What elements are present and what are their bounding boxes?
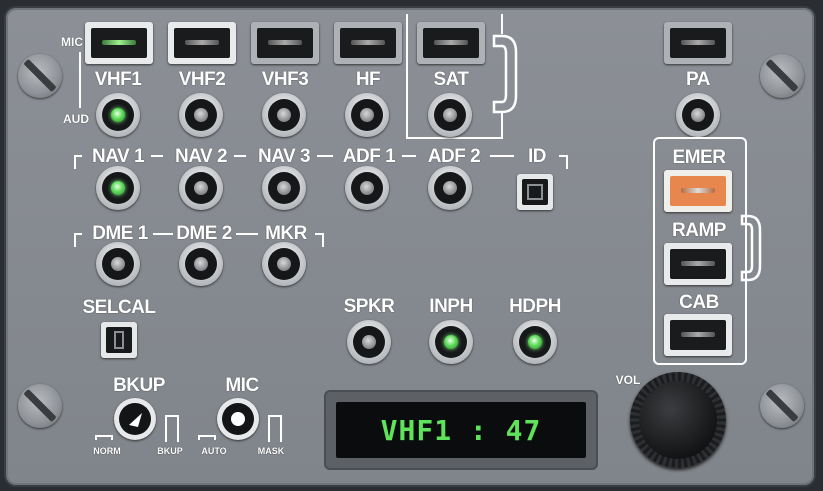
sat-group-bracket [406,14,408,139]
sat-label: SAT [433,69,469,90]
vol-label: VOL [615,373,641,387]
nav-row-dash-5 [490,155,514,157]
mkr-audio-knob[interactable] [262,242,306,286]
mic-select-hf-button[interactable] [334,22,402,64]
sat-group-bracket-bottom [406,137,503,139]
adf1-audio-knob[interactable] [345,166,389,210]
mic-aud-divider [79,52,81,108]
nav-row-bracket-left [74,155,76,169]
hf-audio-knob[interactable] [345,93,389,137]
nav3-audio-knob[interactable] [262,166,306,210]
hdph-button[interactable] [513,320,557,364]
screw-top-left-icon [18,54,62,98]
id-square-icon [527,184,543,200]
nav1-label: NAV 1 [91,146,145,167]
dme-row-dash-1 [153,233,173,235]
sat-phone-bracket-icon [492,34,518,114]
nav3-label: NAV 3 [257,146,311,167]
sat-group-bracket-right [501,14,503,34]
auto-position-label: AUTO [201,446,227,456]
pa-audio-knob[interactable] [676,93,720,137]
cab-label: CAB [679,292,719,313]
dme1-label: DME 1 [92,223,148,244]
bkup-position-label: BKUP [157,446,183,456]
nav2-label: NAV 2 [174,146,228,167]
mic-position-marks-icon [198,415,282,442]
dme-row-bracket-left-top [74,233,82,235]
mic-row-label: MIC [61,35,83,49]
id-filter-button[interactable] [517,174,553,210]
vhf1-label: VHF1 [94,69,142,90]
selcal-indicator-icon [114,331,124,349]
adf1-label: ADF 1 [342,146,396,167]
aud-row-label: AUD [63,112,89,126]
mic-select-vhf3-button[interactable] [251,22,319,64]
hf-label: HF [355,69,381,90]
dme2-audio-knob[interactable] [179,242,223,286]
dme1-audio-knob[interactable] [96,242,140,286]
emer-label: EMER [672,147,726,168]
nav-row-dash-1 [151,155,163,157]
pa-label: PA [686,69,710,90]
ramp-label: RAMP [672,220,726,241]
selcal-label: SELCAL [82,297,157,318]
mic-selector-label: MIC [225,375,259,396]
volume-knob[interactable] [630,372,726,468]
adf2-audio-knob[interactable] [428,166,472,210]
screw-bottom-left-icon [18,384,62,428]
screw-bottom-right-icon [760,384,804,428]
dme-row-bracket-right [322,233,324,247]
dme-row-bracket-left [74,233,76,247]
spkr-button[interactable] [347,320,391,364]
vhf1-audio-knob[interactable] [96,93,140,137]
radio-display-text: VHF1 : 47 [336,402,586,458]
nav1-audio-knob[interactable] [96,166,140,210]
id-label: ID [528,146,547,167]
nav-row-dash-3 [317,155,333,157]
mic-select-vhf2-button[interactable] [168,22,236,64]
hdph-label: HDPH [509,296,561,317]
selcal-button[interactable] [101,322,137,358]
dme-row-dash-2 [236,233,258,235]
nav-row-dash-4 [402,155,416,157]
cabin-phone-bracket-icon [740,214,762,282]
norm-position-label: NORM [93,446,121,456]
screw-top-right-icon [760,54,804,98]
cab-call-button[interactable] [664,314,732,356]
ramp-call-button[interactable] [664,243,732,285]
mask-position-label: MASK [257,446,285,456]
sat-group-bracket-right-lower [501,112,503,139]
nav-row-dash-2 [234,155,246,157]
vhf3-audio-knob[interactable] [262,93,306,137]
adf2-label: ADF 2 [427,146,481,167]
mkr-label: MKR [265,223,307,244]
mic-select-pa-button[interactable] [664,22,732,64]
inph-button[interactable] [429,320,473,364]
bkup-selector-label: BKUP [113,375,165,396]
nav-row-bracket-left-top [74,155,82,157]
vhf3-label: VHF3 [261,69,309,90]
sat-audio-knob[interactable] [428,93,472,137]
emer-call-button[interactable] [664,170,732,212]
inph-label: INPH [429,296,473,317]
mic-select-vhf1-button[interactable] [85,22,153,64]
radio-display: VHF1 : 47 [326,392,596,468]
spkr-label: SPKR [343,296,395,317]
vhf2-label: VHF2 [178,69,226,90]
dme2-label: DME 2 [176,223,232,244]
mic-select-sat-button[interactable] [417,22,485,64]
nav2-audio-knob[interactable] [179,166,223,210]
bkup-position-marks-icon [95,415,179,442]
vhf2-audio-knob[interactable] [179,93,223,137]
nav-row-bracket-right [566,155,568,169]
